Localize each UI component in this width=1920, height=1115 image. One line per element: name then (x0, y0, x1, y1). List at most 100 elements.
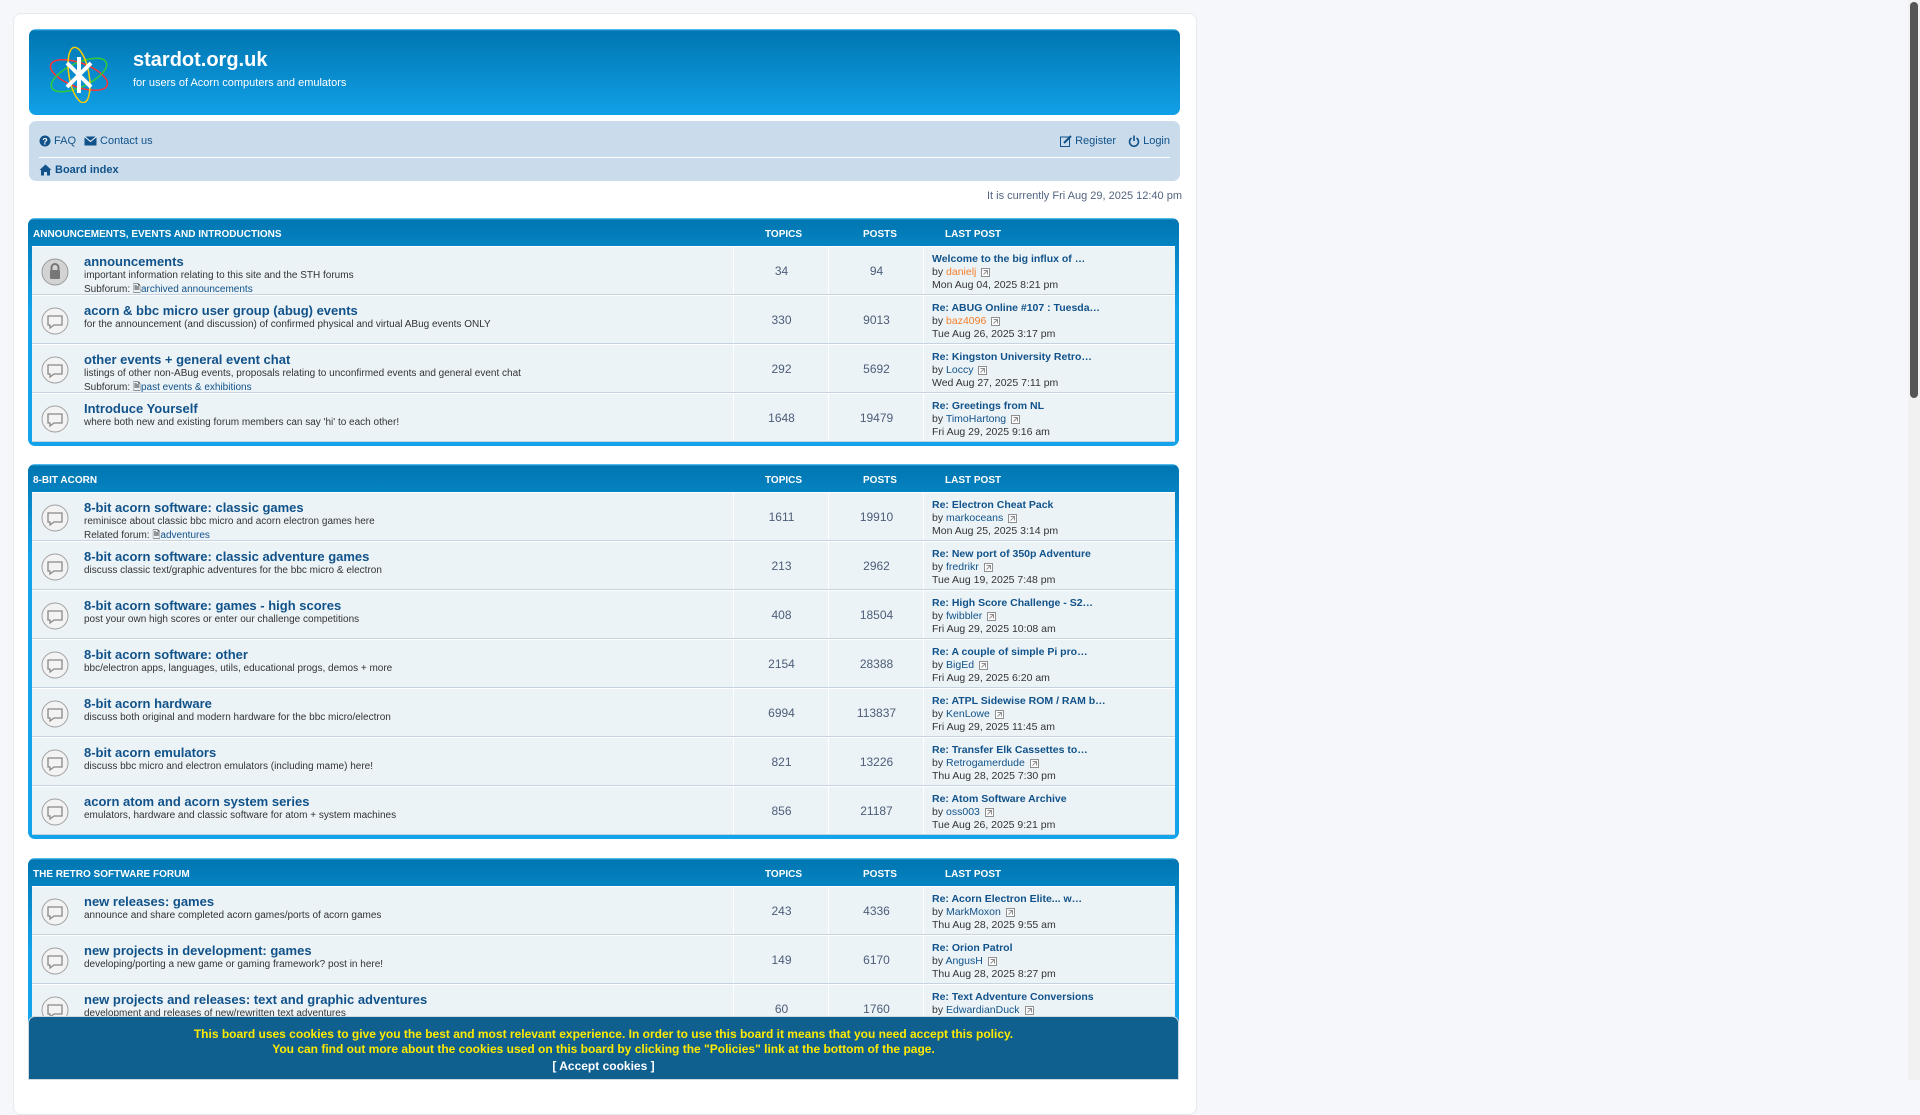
view-latest-post-icon[interactable] (1005, 907, 1015, 917)
last-post-author-link[interactable]: Retrogamerdude (946, 757, 1025, 769)
forum-title-link[interactable]: 8-bit acorn software: classic games (84, 500, 304, 515)
last-post-author-link[interactable]: danielj (946, 266, 976, 278)
forum-title-link[interactable]: 8-bit acorn software: games - high score… (84, 598, 341, 613)
last-post-author-link[interactable]: AngusH (945, 955, 982, 967)
view-latest-post-icon[interactable] (979, 660, 989, 670)
last-post-title-link[interactable]: Re: New port of 350p Adventure (932, 548, 1175, 560)
last-post-title-link[interactable]: Re: Orion Patrol (932, 942, 1175, 954)
last-post-title-link[interactable]: Re: Electron Cheat Pack (932, 499, 1175, 511)
last-post-author-line: by TimoHartong (932, 413, 1175, 425)
view-latest-post-icon[interactable] (1008, 513, 1018, 523)
last-post-title-link[interactable]: Re: Greetings from NL (932, 400, 1175, 412)
view-latest-post-icon[interactable] (983, 562, 993, 572)
subforum-link[interactable]: archived announcements (141, 284, 253, 295)
last-post: Re: Greetings from NL by TimoHartong Fri A… (923, 394, 1175, 441)
last-post-author-line: by danielj (932, 266, 1175, 278)
last-post-author-link[interactable]: markoceans (946, 512, 1003, 524)
scrollbar-thumb[interactable] (1910, 2, 1918, 398)
last-post-author-link[interactable]: MarkMoxon (946, 906, 1001, 918)
forum-row: 8-bit acorn software: classic games remin… (32, 492, 1175, 541)
accept-cookies-button[interactable]: [ Accept cookies ] (29, 1059, 1178, 1073)
posts-count: 21187 (828, 787, 924, 834)
login-link[interactable]: Login (1128, 135, 1170, 147)
last-post-author-link[interactable]: KenLowe (946, 708, 990, 720)
forum-title-link[interactable]: Introduce Yourself (84, 401, 198, 416)
category-title[interactable]: ANNOUNCEMENTS, EVENTS AND INTRODUCTIONS (33, 229, 282, 240)
forum-title-link[interactable]: 8-bit acorn software: classic adventure … (84, 549, 369, 564)
last-post-author-link[interactable]: oss003 (946, 806, 980, 818)
last-post-author-link[interactable]: fwibbler (946, 610, 982, 622)
category-title[interactable]: 8-BIT ACORN (33, 475, 97, 486)
last-post-title-link[interactable]: Re: Kingston University Retro… (932, 351, 1175, 363)
last-post-title-link[interactable]: Re: ABUG Online #107 : Tuesda… (932, 302, 1175, 314)
page-scrollbar[interactable] (1908, 0, 1920, 1080)
last-post-title-link[interactable]: Re: Atom Software Archive (932, 793, 1175, 805)
board-index-link[interactable]: Board index (39, 164, 119, 176)
topics-count: 213 (733, 542, 829, 589)
faq-link[interactable]: ? FAQ (39, 135, 76, 147)
last-post-title-link[interactable]: Re: Transfer Elk Cassettes to… (932, 744, 1175, 756)
posts-count: 19479 (828, 394, 924, 441)
last-post-author-link[interactable]: baz4096 (946, 315, 986, 327)
view-latest-post-icon[interactable] (1011, 414, 1021, 424)
last-post-title-link[interactable]: Re: ATPL Sidewise ROM / RAM b… (932, 695, 1175, 707)
topics-count: 1611 (733, 493, 829, 540)
view-latest-post-icon[interactable] (978, 365, 988, 375)
register-link[interactable]: Register (1060, 135, 1116, 147)
view-latest-post-icon[interactable] (984, 807, 994, 817)
site-logo[interactable] (43, 43, 119, 103)
view-latest-post-icon[interactable] (994, 709, 1004, 719)
last-post-title-link[interactable]: Re: High Score Challenge - S2… (932, 597, 1175, 609)
register-label: Register (1075, 135, 1117, 147)
last-post-title-link[interactable]: Re: Acorn Electron Elite... w… (932, 893, 1175, 905)
view-latest-post-icon[interactable] (991, 316, 1001, 326)
forum-title-link[interactable]: announcements (84, 254, 184, 269)
forum-category: 8-BIT ACORN TOPICS POSTS LAST POST 8-bit aco… (28, 464, 1179, 839)
last-post-date: Thu Aug 28, 2025 9:55 am (932, 919, 1056, 931)
forum-title-link[interactable]: other events + general event chat (84, 352, 290, 367)
subforum-link[interactable]: adventures (160, 530, 209, 541)
last-post-title-link[interactable]: Re: Text Adventure Conversions (932, 991, 1175, 1003)
forum-title-link[interactable]: new projects in development: games (84, 943, 312, 958)
last-post-title-link[interactable]: Re: A couple of simple Pi pro… (932, 646, 1175, 658)
last-post-title-link[interactable]: Welcome to the big influx of … (932, 253, 1175, 265)
forum-title-link[interactable]: 8-bit acorn emulators (84, 745, 216, 760)
by-label: by (932, 364, 944, 376)
last-post: Welcome to the big influx of … by danielj… (923, 247, 1175, 294)
last-post-author-link[interactable]: BigEd (946, 659, 974, 671)
topics-count: 243 (733, 887, 829, 934)
last-post: Re: High Score Challenge - S2… by fwibble… (923, 591, 1175, 638)
view-latest-post-icon[interactable] (981, 267, 991, 277)
forum-title-link[interactable]: new releases: games (84, 894, 214, 909)
view-latest-post-icon[interactable] (987, 956, 997, 966)
contact-link[interactable]: Contact us (84, 135, 153, 147)
last-post-author-link[interactable]: Loccy (946, 364, 973, 376)
forum-read-icon (41, 947, 69, 975)
posts-header: POSTS (863, 475, 897, 486)
forum-description: discuss bbc micro and electron emulators… (84, 761, 374, 772)
posts-header: POSTS (863, 869, 897, 880)
forum-title-link[interactable]: new projects and releases: text and grap… (84, 992, 427, 1007)
forum-title-link[interactable]: acorn & bbc micro user group (abug) even… (84, 303, 358, 318)
forum-title-link[interactable]: 8-bit acorn software: other (84, 647, 248, 662)
forum-row: new releases: games announce and share co… (32, 886, 1175, 935)
forum-title-link[interactable]: 8-bit acorn hardware (84, 696, 212, 711)
last-post-date: Fri Aug 29, 2025 11:45 am (932, 721, 1055, 733)
last-post-author-line: by fwibbler (932, 610, 1175, 622)
forum-description: developing/porting a new game or gaming … (84, 959, 384, 970)
last-post-author-link[interactable]: TimoHartong (946, 413, 1006, 425)
subforum-link[interactable]: past events & exhibitions (141, 382, 252, 393)
view-latest-post-icon[interactable] (1024, 1005, 1034, 1015)
category-title[interactable]: THE RETRO SOFTWARE FORUM (33, 869, 190, 880)
last-post-author-link[interactable]: EdwardianDuck (946, 1004, 1020, 1016)
last-post-author-link[interactable]: fredrikr (946, 561, 979, 573)
by-label: by (932, 757, 944, 769)
power-icon (1128, 135, 1140, 147)
last-post: Re: Orion Patrol by AngusH Thu Aug 28, 202… (923, 936, 1175, 983)
forum-description: discuss both original and modern hardwar… (84, 712, 391, 723)
last-post-author-line: by MarkMoxon (932, 906, 1175, 918)
site-title[interactable]: stardot.org.uk (133, 49, 267, 72)
forum-title-link[interactable]: acorn atom and acorn system series (84, 794, 309, 809)
view-latest-post-icon[interactable] (1029, 758, 1039, 768)
view-latest-post-icon[interactable] (987, 611, 997, 621)
